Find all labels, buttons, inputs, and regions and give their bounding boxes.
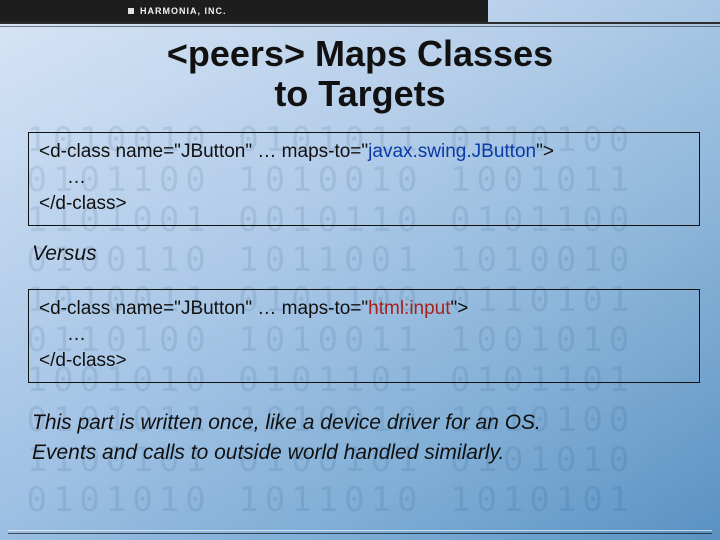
- slide-title-line2: to Targets: [274, 73, 445, 114]
- code-box-2: <d-class name="JButton" … maps-to="html:…: [28, 289, 700, 383]
- bottom-rules: [8, 530, 712, 536]
- top-rule-thin: [0, 26, 720, 27]
- code2-suffix: ">: [451, 298, 469, 319]
- slide: 1010010 0101011 0110100 0101100 1010010 …: [0, 0, 720, 540]
- code1-close: </d-class>: [39, 191, 689, 217]
- code2-open-line: <d-class name="JButton" … maps-to="html:…: [39, 296, 689, 322]
- company-name: HARMONIA, INC.: [140, 6, 227, 16]
- code2-body: …: [39, 322, 689, 348]
- code2-prefix: <d-class name=": [39, 298, 181, 319]
- title-bar-bullet-icon: [128, 8, 134, 14]
- footnote: This part is written once, like a device…: [32, 408, 690, 468]
- code2-close: </d-class>: [39, 348, 689, 374]
- code2-mid: " … maps-to=": [245, 298, 368, 319]
- code1-suffix: ">: [536, 141, 554, 162]
- slide-title-line1: <peers> Maps Classes: [167, 33, 553, 74]
- top-rule: [0, 22, 720, 24]
- code2-name: JButton: [181, 298, 245, 319]
- code1-target: javax.swing.JButton: [368, 141, 536, 162]
- code1-prefix: <d-class name=": [39, 141, 181, 162]
- code1-mid: " … maps-to=": [245, 141, 368, 162]
- footnote-line1: This part is written once, like a device…: [32, 411, 541, 434]
- slide-title: <peers> Maps Classes to Targets: [0, 34, 720, 114]
- versus-label: Versus: [32, 242, 97, 266]
- code1-body: …: [39, 165, 689, 191]
- code-box-1: <d-class name="JButton" … maps-to="javax…: [28, 132, 700, 226]
- code2-target: html:input: [368, 298, 450, 319]
- code1-name: JButton: [181, 141, 245, 162]
- footnote-line2: Events and calls to outside world handle…: [32, 441, 504, 464]
- title-bar: HARMONIA, INC.: [0, 0, 488, 22]
- code1-open-line: <d-class name="JButton" … maps-to="javax…: [39, 139, 689, 165]
